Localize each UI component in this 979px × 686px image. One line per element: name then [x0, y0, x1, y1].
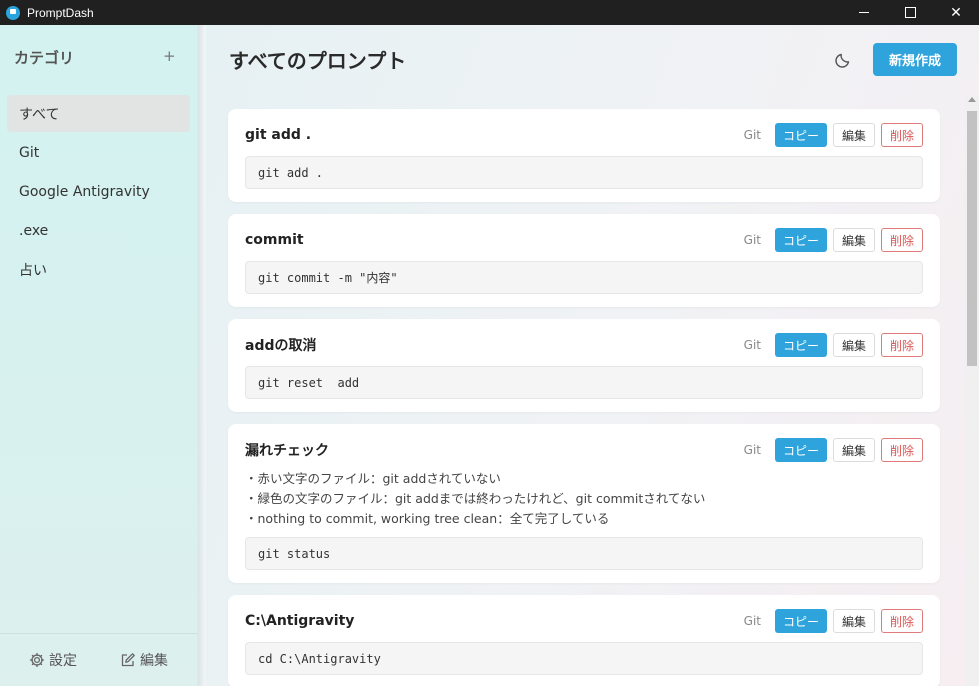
prompt-category-tag: Git	[743, 443, 761, 457]
gear-icon	[29, 652, 45, 668]
sidebar: カテゴリ + すべて Git Google Antigravity .exe 占い 設定…	[0, 25, 198, 686]
sidebar-item-category[interactable]: 占い	[7, 251, 190, 288]
prompt-description: ・赤い文字のファイル：git addされていない・緑色の文字のファイル：git …	[245, 469, 923, 529]
prompt-code-block: cd C:\Antigravity	[245, 642, 923, 675]
category-list: すべて Git Google Antigravity .exe 占い	[7, 95, 190, 290]
copy-button[interactable]: コピー	[775, 609, 827, 633]
prompt-card: 漏れチェック Git コピー 編集 削除・赤い文字のファイル：git addされていない…	[228, 424, 940, 583]
sidebar-item-category[interactable]: .exe	[7, 212, 190, 249]
sidebar-divider	[198, 25, 206, 686]
prompt-code-block: git add .	[245, 156, 923, 189]
maximize-button[interactable]	[887, 0, 933, 25]
scroll-thumb[interactable]	[967, 111, 977, 366]
window-controls: ✕	[841, 0, 979, 25]
settings-button[interactable]: 設定	[29, 650, 77, 670]
prompt-category-tag: Git	[743, 614, 761, 628]
edit-button[interactable]: 編集	[833, 609, 875, 633]
title-bar: PromptDash ✕	[0, 0, 979, 25]
prompt-card-header: 漏れチェック Git コピー 編集 削除	[245, 437, 923, 463]
prompt-title: commit	[245, 232, 304, 248]
delete-button[interactable]: 削除	[881, 333, 923, 357]
close-button[interactable]: ✕	[933, 0, 979, 25]
app-logo-icon	[6, 5, 20, 20]
prompt-category-tag: Git	[743, 338, 761, 352]
prompt-card: commit Git コピー 編集 削除 git commit -m "内容"	[228, 214, 940, 307]
prompt-title: addの取消	[245, 338, 317, 354]
edit-button[interactable]: 編集	[833, 123, 875, 147]
edit-categories-button[interactable]: 編集	[120, 650, 168, 670]
prompt-title: C:\Antigravity	[245, 613, 355, 629]
prompt-card: addの取消 Git コピー 編集 削除 git reset add	[228, 319, 940, 412]
prompt-card: C:\Antigravity Git コピー 編集 削除 cd C:\Antigravit…	[228, 595, 940, 686]
category-header: カテゴリ	[14, 49, 75, 67]
delete-button[interactable]: 削除	[881, 609, 923, 633]
copy-button[interactable]: コピー	[775, 123, 827, 147]
prompt-card-header: addの取消 Git コピー 編集 削除	[245, 332, 923, 358]
description-line: ・nothing to commit, working tree clean：全…	[245, 511, 610, 526]
minimize-button[interactable]	[841, 0, 887, 25]
delete-button[interactable]: 削除	[881, 228, 923, 252]
window-title: PromptDash	[27, 5, 94, 20]
delete-button[interactable]: 削除	[881, 438, 923, 462]
description-line: ・赤い文字のファイル：git addされていない	[245, 471, 501, 486]
sidebar-item-category[interactable]: Google Antigravity	[7, 173, 190, 210]
description-line: ・緑色の文字のファイル：git addまでは終わったけれど、git commit…	[245, 491, 706, 506]
prompt-code-block: git reset add	[245, 366, 923, 399]
sidebar-item-category[interactable]: Git	[7, 134, 190, 171]
scrollbar[interactable]	[965, 95, 979, 686]
edit-button[interactable]: 編集	[833, 228, 875, 252]
prompt-list: git add . Git コピー 編集 削除 git add . commit Git コピー…	[228, 109, 940, 686]
pencil-square-icon	[121, 653, 135, 667]
prompt-title: git add .	[245, 127, 312, 143]
prompt-code-block: git commit -m "内容"	[245, 261, 923, 294]
edit-button[interactable]: 編集	[833, 333, 875, 357]
prompt-code-block: git status	[245, 537, 923, 570]
edit-label: 編集	[140, 653, 168, 669]
scroll-up-arrow[interactable]	[968, 97, 976, 102]
copy-button[interactable]: コピー	[775, 438, 827, 462]
theme-toggle-button[interactable]	[834, 49, 854, 69]
sidebar-footer: 設定 編集	[0, 633, 198, 686]
prompt-card-header: C:\Antigravity Git コピー 編集 削除	[245, 608, 923, 634]
settings-label: 設定	[49, 653, 77, 669]
delete-button[interactable]: 削除	[881, 123, 923, 147]
prompt-category-tag: Git	[743, 233, 761, 247]
prompt-title: 漏れチェック	[245, 443, 329, 459]
moon-icon	[835, 53, 850, 68]
new-prompt-button[interactable]: 新規作成	[873, 43, 957, 76]
add-category-button[interactable]: +	[163, 47, 176, 65]
prompt-card-header: git add . Git コピー 編集 削除	[245, 122, 923, 148]
prompt-card: git add . Git コピー 編集 削除 git add .	[228, 109, 940, 202]
edit-button[interactable]: 編集	[833, 438, 875, 462]
sidebar-item-category[interactable]: すべて	[7, 95, 190, 132]
page-title: すべてのプロンプト	[229, 49, 407, 73]
main-panel: すべてのプロンプト 新規作成 git add . Git コピー 編集 削除 git ad…	[206, 25, 979, 686]
prompt-category-tag: Git	[743, 128, 761, 142]
copy-button[interactable]: コピー	[775, 333, 827, 357]
prompt-card-header: commit Git コピー 編集 削除	[245, 227, 923, 253]
copy-button[interactable]: コピー	[775, 228, 827, 252]
